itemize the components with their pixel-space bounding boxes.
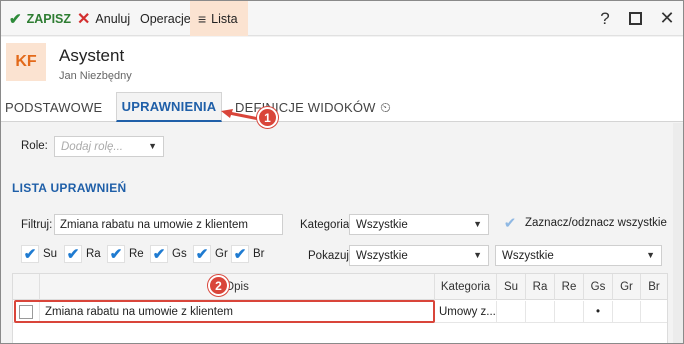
filter-input[interactable]: Zmiana rabatu na umowie z klientem [54, 214, 283, 235]
cell-gs[interactable]: • [583, 301, 612, 323]
category-label: Kategoria: [300, 219, 353, 231]
history-icon: ⏲ [380, 98, 392, 115]
check-gs[interactable]: ✔ Gs [150, 245, 187, 263]
column-gs[interactable]: Gs [583, 274, 612, 300]
callout-badge-1: 1 [257, 107, 278, 128]
chevron-down-icon: ▼ [473, 219, 482, 229]
app-window: ✔ ZAPISZ ✕ Anuluj Operacje ≡ Lista ? ✕ K… [0, 0, 684, 344]
tab-history[interactable]: ⏲ [380, 92, 391, 122]
category-value: Wszystkie [356, 218, 408, 231]
roles-select[interactable]: Dodaj rolę... ▼ [54, 136, 164, 157]
operations-button[interactable]: Operacje [140, 1, 191, 36]
cell-gr[interactable] [612, 301, 640, 323]
filter-value: Zmiana rabatu na umowie z klientem [60, 218, 248, 231]
column-br[interactable]: Br [640, 274, 667, 300]
show-select[interactable]: Wszystkie ▼ [349, 245, 489, 266]
annotation-arrow-icon [221, 109, 260, 121]
checkmark-icon: ✔ [503, 215, 517, 232]
hamburger-icon: ≡ [198, 10, 207, 27]
page-title: Asystent [59, 46, 125, 65]
checkmark-icon: ✔ [231, 245, 249, 263]
maximize-button[interactable] [623, 1, 647, 36]
chevron-down-icon: ▼ [148, 141, 157, 151]
help-icon: ? [600, 8, 610, 28]
column-opis[interactable]: Opis [39, 274, 434, 300]
checkmark-icon: ✔ [193, 245, 211, 263]
category-select[interactable]: Wszystkie ▼ [349, 214, 489, 235]
check-gs-label: Gs [172, 248, 187, 260]
callout-badge-2: 2 [208, 275, 229, 296]
list-label: Lista [211, 11, 238, 26]
check-gr-label: Gr [215, 248, 228, 260]
roles-label: Role: [21, 140, 48, 152]
permissions-grid: Opis Kategoria Su Ra Re Gs Gr Br Zmiana … [12, 273, 668, 343]
roles-placeholder: Dodaj rolę... [61, 140, 124, 153]
show-second-select[interactable]: Wszystkie ▼ [495, 245, 662, 266]
cell-su[interactable] [496, 301, 525, 323]
cancel-button[interactable]: ✕ Anuluj [77, 1, 130, 36]
show-value: Wszystkie [356, 249, 408, 262]
operations-label: Operacje [140, 11, 191, 26]
checkmark-icon: ✔ [21, 245, 39, 263]
cell-kategoria: Umowy z... [434, 301, 496, 323]
grid-header: Opis Kategoria Su Ra Re Gs Gr Br [13, 274, 667, 300]
close-icon: ✕ [77, 10, 91, 28]
close-window-button[interactable]: ✕ [655, 1, 679, 36]
check-su[interactable]: ✔ Su [21, 245, 57, 263]
tab-permissions[interactable]: UPRAWNIENIA [116, 92, 222, 122]
checkmark-icon: ✔ [9, 10, 22, 28]
help-button[interactable]: ? [593, 1, 617, 36]
chevron-down-icon: ▼ [646, 250, 655, 260]
section-title: LISTA UPRAWNIEŃ [12, 181, 127, 195]
show-label: Pokazuj: [308, 250, 353, 262]
check-su-label: Su [43, 248, 58, 260]
checkmark-icon: ✔ [150, 245, 168, 263]
check-ra-label: Ra [86, 248, 101, 260]
toggle-all-checkbox[interactable]: ✔ Zaznacz/odznacz wszystkie [501, 214, 667, 232]
save-button[interactable]: ✔ ZAPISZ [9, 1, 71, 36]
chevron-down-icon: ▼ [473, 250, 482, 260]
row-highlight-frame [14, 300, 435, 323]
column-kategoria[interactable]: Kategoria [434, 274, 496, 300]
checkmark-icon: ✔ [64, 245, 82, 263]
avatar: KF [6, 43, 46, 81]
cell-re[interactable] [554, 301, 583, 323]
page-subtitle: Jan Niezbędny [59, 70, 132, 82]
check-ra[interactable]: ✔ Ra [64, 245, 101, 263]
filter-label: Filtruj: [21, 219, 53, 231]
check-re-label: Re [129, 248, 144, 260]
column-re[interactable]: Re [554, 274, 583, 300]
check-br[interactable]: ✔ Br [231, 245, 265, 263]
check-gr[interactable]: ✔ Gr [193, 245, 228, 263]
maximize-icon [628, 12, 642, 25]
cell-br[interactable] [640, 301, 667, 323]
tab-bar: PODSTAWOWE UPRAWNIENIA DEFINICJE WIDOKÓW… [1, 92, 683, 122]
vertical-scrollbar[interactable] [673, 123, 683, 343]
toolbar: ✔ ZAPISZ ✕ Anuluj Operacje ≡ Lista ? ✕ [1, 1, 683, 36]
list-button[interactable]: ≡ Lista [190, 1, 248, 36]
save-label: ZAPISZ [26, 11, 72, 26]
column-su[interactable]: Su [496, 274, 525, 300]
cancel-label: Anuluj [95, 11, 131, 26]
close-window-icon: ✕ [659, 8, 675, 28]
column-gr[interactable]: Gr [612, 274, 640, 300]
check-br-label: Br [253, 248, 265, 260]
cell-ra[interactable] [525, 301, 554, 323]
column-ra[interactable]: Ra [525, 274, 554, 300]
check-re[interactable]: ✔ Re [107, 245, 144, 263]
record-header: KF Asystent Jan Niezbędny [1, 37, 683, 92]
show-second-value: Wszystkie [502, 249, 554, 262]
checkmark-icon: ✔ [107, 245, 125, 263]
tab-basic[interactable]: PODSTAWOWE [5, 92, 102, 122]
toggle-all-label: Zaznacz/odznacz wszystkie [525, 217, 667, 229]
